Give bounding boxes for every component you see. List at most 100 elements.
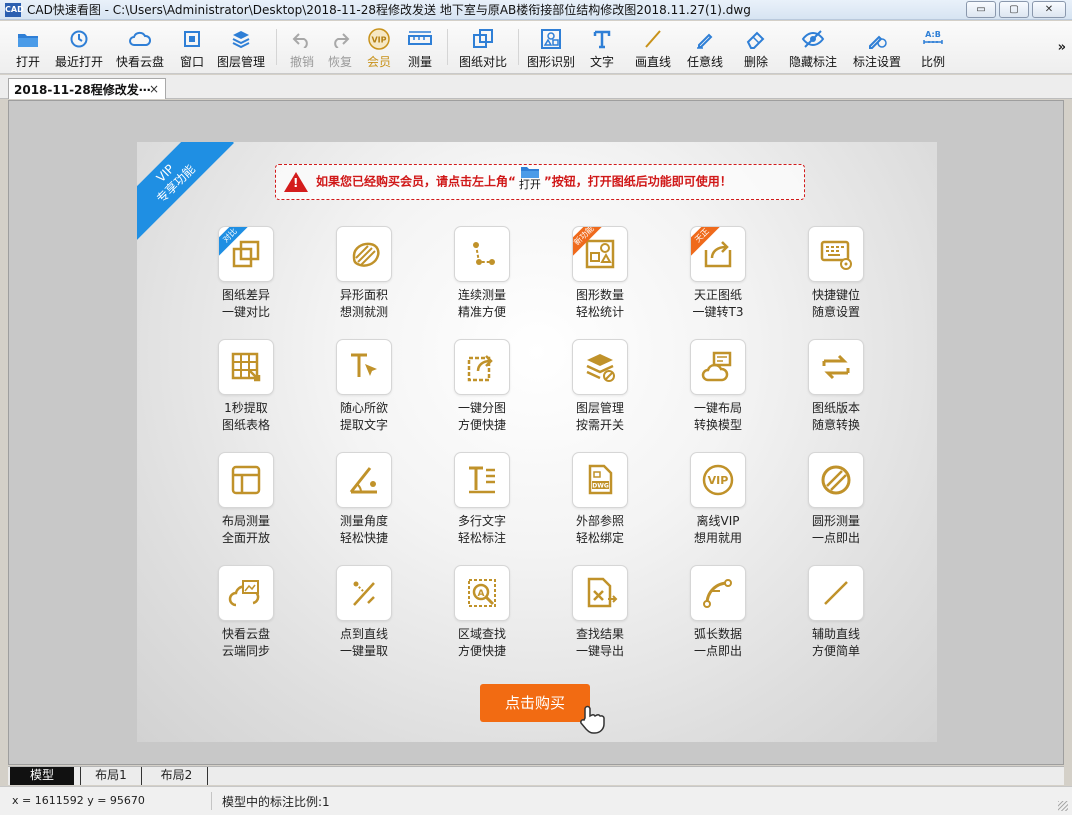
scale-button[interactable]: A:B 比例 [909, 21, 957, 73]
feature-tile[interactable]: 连续测量 精准方便 [423, 226, 541, 321]
feature-tile[interactable]: 布局测量 全面开放 [187, 452, 305, 547]
member-notice: ! 如果您已经购买会员，请点击左上角“ 打开 ”按钮，打开图纸后功能即可使用！ [275, 164, 805, 200]
text-button[interactable]: 文字 [577, 21, 627, 73]
close-button[interactable]: ✕ [1032, 1, 1066, 18]
shape-recognition-icon [540, 28, 562, 50]
feature-title: 一键分图 [457, 401, 506, 415]
window-button[interactable]: 窗口 [172, 21, 212, 73]
delete-button[interactable]: 删除 [731, 21, 781, 73]
feature-icon-box [808, 339, 864, 395]
eye-hidden-icon [801, 28, 825, 50]
feature-tile[interactable]: 对比 图纸差异 一键对比 [187, 226, 305, 321]
feature-tile[interactable]: DWG 外部参照 轻松绑定 [541, 452, 659, 547]
folder-icon [520, 167, 539, 178]
document-tab[interactable]: 2018-11-28程修改发⋯ × [8, 78, 166, 99]
window-title: CAD快速看图 - C:\Users\Administrator\Desktop… [27, 3, 751, 17]
buy-now-button[interactable]: 点击购买 [480, 684, 590, 722]
version-convert-icon [822, 354, 850, 380]
feature-subtitle: 一键导出 [575, 644, 624, 658]
feature-tile[interactable]: 天正 天正图纸 一键转T3 [659, 226, 777, 321]
tab-model[interactable]: 模型 [10, 767, 74, 785]
point-to-line-icon [353, 581, 375, 606]
feature-tile[interactable]: 异形面积 想测就测 [305, 226, 423, 321]
hide-annotations-button[interactable]: 隐藏标注 [781, 21, 845, 73]
cursor-coordinates: x = 1611592 y = 95670 [0, 792, 212, 810]
feature-icon-box: A [454, 565, 510, 621]
feature-tile[interactable]: 圆形测量 一点即出 [777, 452, 895, 547]
svg-text:A: A [478, 589, 485, 599]
annotation-settings-icon [866, 28, 888, 50]
feature-icon-box [218, 339, 274, 395]
continuous-measure-icon [473, 242, 495, 265]
feature-title: 1秒提取 [224, 401, 268, 415]
measure-button[interactable]: 测量 [399, 21, 441, 73]
vip-button[interactable]: VIP 会员 [359, 21, 399, 73]
layer-manager-button[interactable]: 图层管理 [212, 21, 270, 73]
feature-subtitle: 一点即出 [811, 531, 860, 545]
folder-icon [17, 28, 39, 50]
area-search-icon: A [468, 579, 496, 607]
feature-icon-box [690, 339, 746, 395]
feature-tile[interactable]: 弧长数据 一点即出 [659, 565, 777, 660]
draw-line-button[interactable]: 画直线 [627, 21, 679, 73]
annotation-scale: 模型中的标注比例:1 [222, 794, 330, 809]
feature-icon-box [808, 565, 864, 621]
feature-tile[interactable]: VIP 离线VIP 想用就用 [659, 452, 777, 547]
feature-subtitle: 想测就测 [339, 305, 388, 319]
feature-tile[interactable]: 一键布局 转换模型 [659, 339, 777, 434]
feature-subtitle: 一键转T3 [692, 305, 744, 319]
feature-title: 弧长数据 [693, 627, 742, 641]
shape-recognition-button[interactable]: 图形识别 [525, 21, 577, 73]
layout-tab-bar: 模型 布局1 布局2 [8, 766, 1064, 785]
export-icon [704, 241, 732, 268]
tab-close-icon[interactable]: × [149, 82, 159, 96]
feature-subtitle: 方便快捷 [457, 418, 506, 432]
redo-button[interactable]: 恢复 [321, 21, 359, 73]
export-results-icon [587, 577, 618, 608]
layers-icon [231, 28, 251, 50]
tab-layout1[interactable]: 布局1 [80, 767, 142, 785]
feature-tile[interactable]: 1秒提取 图纸表格 [187, 339, 305, 434]
feature-subtitle: 方便快捷 [457, 644, 506, 658]
feature-title: 测量角度 [339, 514, 388, 528]
cloud-sync-icon [228, 580, 260, 607]
feature-title: 外部参照 [575, 514, 624, 528]
feature-tile[interactable]: 测量角度 轻松快捷 [305, 452, 423, 547]
open-button[interactable]: 打开 [6, 21, 50, 73]
resize-grip-icon[interactable] [1058, 801, 1068, 811]
feature-tile[interactable]: 图纸版本 随意转换 [777, 339, 895, 434]
drawing-canvas[interactable]: VIP 专享功能 ! 如果您已经购买会员，请点击左上角“ 打开 ”按钮，打开图纸后功… [8, 100, 1064, 765]
feature-tile[interactable]: 辅助直线 方便简单 [777, 565, 895, 660]
feature-title: 查找结果 [575, 627, 624, 641]
compare-button[interactable]: 图纸对比 [454, 21, 512, 73]
feature-tile[interactable]: 一键分图 方便快捷 [423, 339, 541, 434]
maximize-button[interactable]: ▢ [999, 1, 1029, 18]
feature-tile[interactable]: 随心所欲 提取文字 [305, 339, 423, 434]
feature-subtitle: 方便简单 [811, 644, 860, 658]
toolbar-more-button[interactable]: » [1058, 40, 1066, 55]
feature-tile[interactable]: 图层管理 按需开关 [541, 339, 659, 434]
feature-tile[interactable]: 点到直线 一键量取 [305, 565, 423, 660]
feature-tile[interactable]: A 区域查找 方便快捷 [423, 565, 541, 660]
recent-open-button[interactable]: 最近打开 [50, 21, 108, 73]
feature-icon-box [454, 339, 510, 395]
shape-count-icon [585, 239, 615, 269]
clock-icon [69, 28, 89, 50]
cloud-drive-button[interactable]: 快看云盘 [108, 21, 172, 73]
feature-tile[interactable]: 查找结果 一键导出 [541, 565, 659, 660]
feature-title: 辅助直线 [811, 627, 860, 641]
feature-tile[interactable]: 快看云盘 云端同步 [187, 565, 305, 660]
toolbar-divider [447, 29, 448, 65]
feature-tile[interactable]: 快捷键位 随意设置 [777, 226, 895, 321]
feature-tile[interactable]: 多行文字 轻松标注 [423, 452, 541, 547]
freehand-line-button[interactable]: 任意线 [679, 21, 731, 73]
undo-button[interactable]: 撤销 [283, 21, 321, 73]
tab-layout2[interactable]: 布局2 [146, 767, 208, 785]
minimize-button[interactable]: ▭ [966, 1, 996, 18]
feature-tile[interactable]: 新功能 图形数量 轻松统计 [541, 226, 659, 321]
feature-icon-box: VIP [690, 452, 746, 508]
feature-title: 天正图纸 [693, 288, 742, 302]
feature-title: 快看云盘 [221, 627, 270, 641]
annotation-settings-button[interactable]: 标注设置 [845, 21, 909, 73]
feature-title: 圆形测量 [811, 514, 860, 528]
